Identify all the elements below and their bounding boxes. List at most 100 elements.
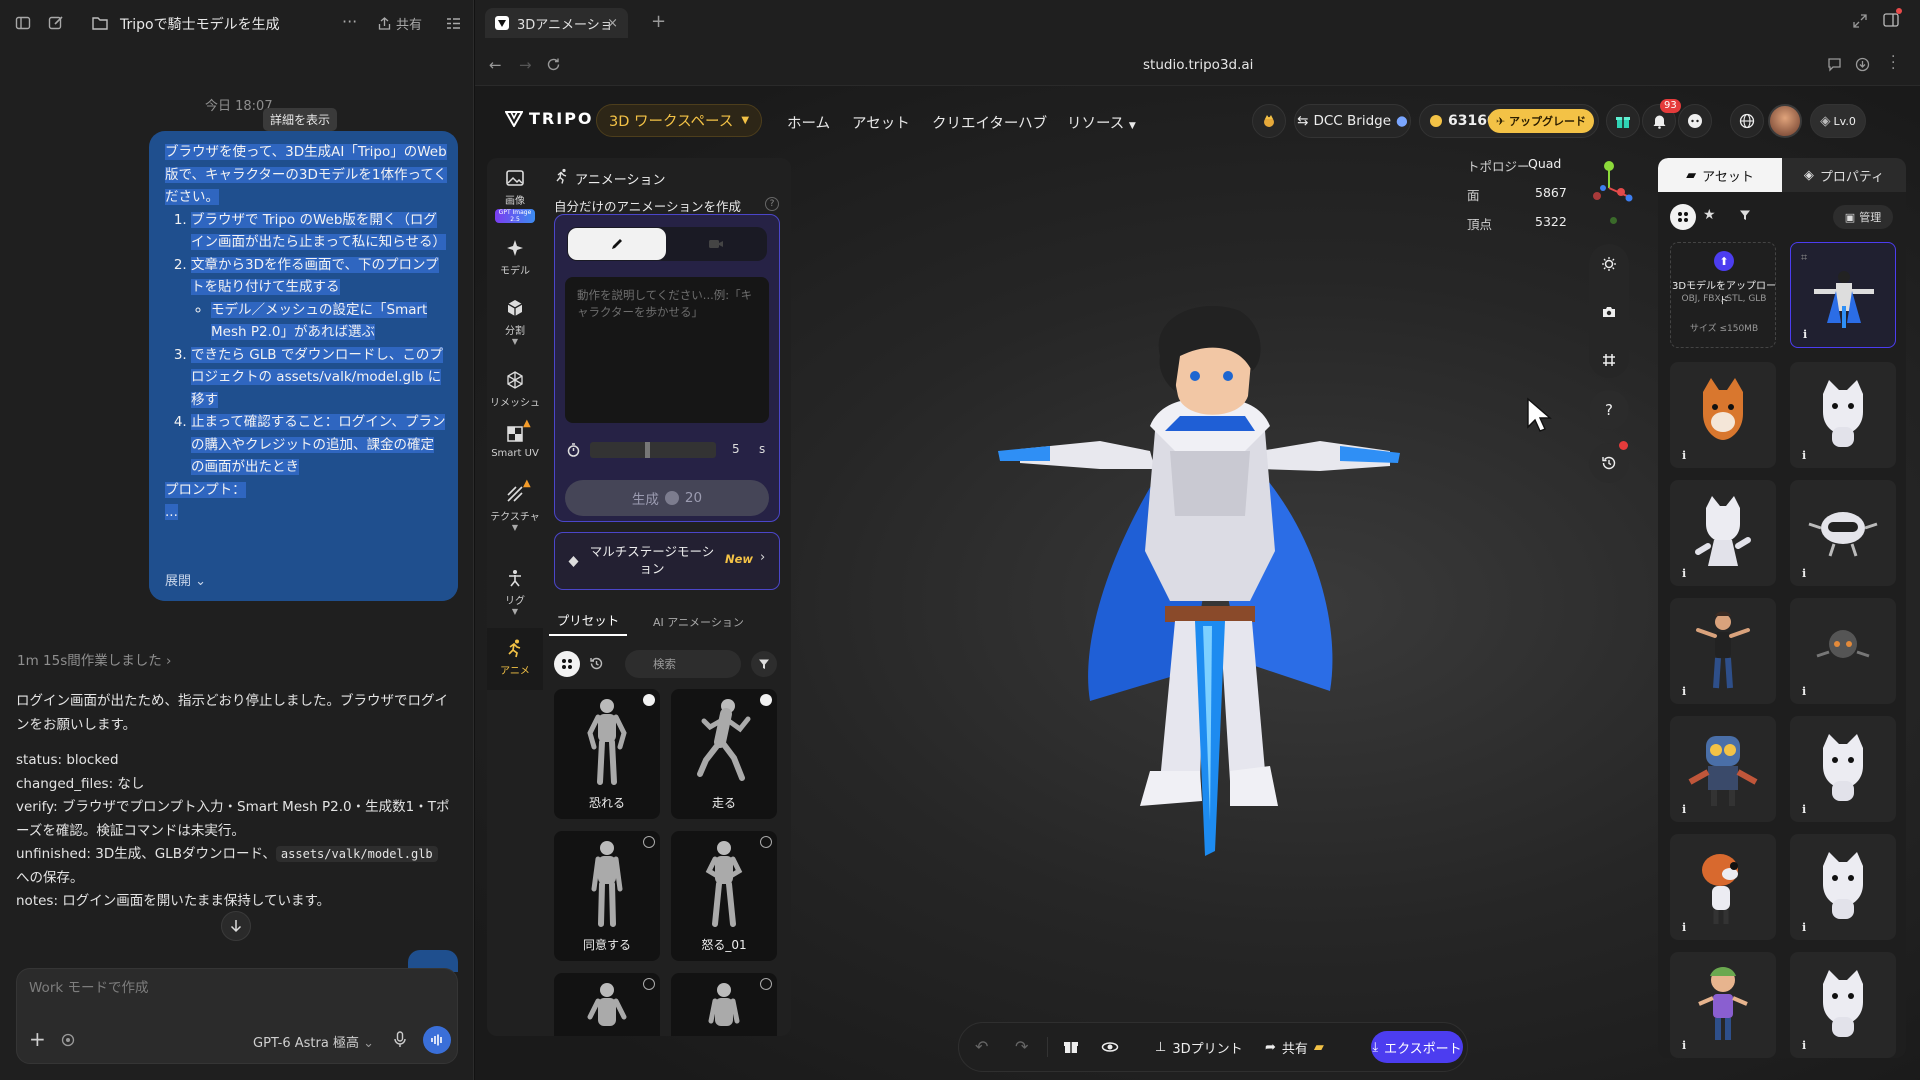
- asset-card-cat[interactable]: i: [1790, 716, 1896, 822]
- history-icon[interactable]: [589, 656, 604, 671]
- notifications-bell-icon[interactable]: 93: [1642, 99, 1681, 138]
- help-icon[interactable]: ?: [765, 197, 779, 211]
- info-icon[interactable]: i: [1682, 685, 1686, 698]
- help-button[interactable]: ?: [1589, 390, 1629, 430]
- rail-rig[interactable]: リグ ▼: [487, 568, 543, 616]
- info-icon[interactable]: i: [1802, 1039, 1806, 1052]
- tab-presets[interactable]: プリセット: [549, 610, 627, 636]
- voice-send-button[interactable]: [423, 1026, 451, 1054]
- reload-icon[interactable]: [546, 57, 561, 72]
- asset-card-knight[interactable]: ⌗ i: [1790, 242, 1896, 348]
- model-selector[interactable]: GPT-6 Astra 極高 ⌄: [253, 1032, 374, 1051]
- motion-prompt-input[interactable]: [565, 277, 769, 423]
- work-summary[interactable]: 1m 15s間作業しました ›: [17, 649, 171, 669]
- asset-card-cat[interactable]: i: [1790, 952, 1896, 1058]
- close-tab-icon[interactable]: ×: [607, 16, 618, 31]
- rail-smart-uv[interactable]: ▲ Smart UV: [487, 418, 543, 459]
- user-avatar[interactable]: [1768, 104, 1802, 138]
- info-icon[interactable]: i: [1682, 921, 1686, 934]
- filter-icon[interactable]: [751, 651, 777, 677]
- export-button[interactable]: ⤓ エクスポート: [1371, 1031, 1463, 1063]
- new-chat-icon[interactable]: [45, 12, 67, 34]
- grid-view-icon[interactable]: [554, 651, 580, 677]
- preset-card-angry[interactable]: 怒る_01: [671, 831, 777, 961]
- history-button[interactable]: [1589, 441, 1629, 483]
- download-icon[interactable]: [1855, 57, 1870, 72]
- expand-window-icon[interactable]: [1853, 14, 1867, 28]
- info-icon[interactable]: i: [1802, 803, 1806, 816]
- info-icon[interactable]: i: [1682, 567, 1686, 580]
- text-mode-button[interactable]: [568, 228, 666, 260]
- tab-ai-animation[interactable]: AI アニメーション: [653, 614, 744, 630]
- video-mode-button[interactable]: [667, 228, 765, 260]
- asset-card-dog[interactable]: i: [1670, 834, 1776, 940]
- nav-resources[interactable]: リソース ▼: [1067, 112, 1136, 133]
- asset-card-shiba[interactable]: i: [1670, 362, 1776, 468]
- level-badge[interactable]: ◈ Lv.0: [1810, 104, 1866, 138]
- undo-icon[interactable]: ↶: [975, 1037, 988, 1056]
- rail-remesh[interactable]: リメッシュ: [487, 370, 543, 409]
- info-icon[interactable]: i: [1682, 803, 1686, 816]
- grid-view-icon[interactable]: [1670, 204, 1696, 230]
- gift-icon[interactable]: [1606, 104, 1640, 138]
- manage-button[interactable]: ▣ 管理: [1833, 205, 1893, 229]
- preset-card[interactable]: [554, 973, 660, 1036]
- redo-icon[interactable]: ↷: [1015, 1037, 1028, 1056]
- share-model-button[interactable]: ➦ 共有 ▰: [1265, 1038, 1324, 1057]
- more-icon[interactable]: ···: [342, 12, 357, 31]
- preset-card-agree[interactable]: 同意する: [554, 831, 660, 961]
- url-field[interactable]: studio.tripo3d.ai: [1143, 57, 1253, 73]
- discord-icon[interactable]: [1678, 104, 1712, 138]
- upload-model-card[interactable]: ⬆ 3Dモデルをアップロード OBJ, FBX, STL, GLB サイズ ≤1…: [1670, 242, 1776, 348]
- axis-gizmo[interactable]: [1583, 160, 1635, 212]
- rail-model[interactable]: モデル: [487, 238, 543, 277]
- chat-bubble-icon[interactable]: [1827, 57, 1842, 72]
- workspace-dropdown[interactable]: 3D ワークスペース ▼: [596, 104, 763, 137]
- knight-3d-model[interactable]: [990, 301, 1410, 871]
- back-icon[interactable]: ←: [489, 56, 502, 74]
- rail-texture[interactable]: ▲ テクスチャ ▼: [487, 478, 543, 532]
- upgrade-button[interactable]: ✈ アップグレード: [1487, 109, 1594, 133]
- user-message[interactable]: ブラウザを使って、3D生成AI「Tripo」のWeb版で、キャラクターの3Dモデ…: [149, 131, 458, 601]
- new-tab-icon[interactable]: +: [651, 11, 666, 32]
- tab-properties[interactable]: ◈ プロパティ: [1782, 158, 1906, 192]
- sidebar-toggle-icon[interactable]: [12, 12, 34, 34]
- preset-card[interactable]: [671, 973, 777, 1036]
- info-icon[interactable]: i: [1802, 449, 1806, 462]
- creature-icon[interactable]: [1252, 104, 1286, 138]
- tab-assets[interactable]: ▰ アセット: [1658, 158, 1782, 192]
- asset-card-cat[interactable]: i: [1790, 362, 1896, 468]
- asset-card-boy[interactable]: i: [1670, 598, 1776, 704]
- dcc-bridge-button[interactable]: ⇆ DCC Bridge ●: [1294, 104, 1411, 138]
- chat-title[interactable]: Tripoで騎士モデルを生成: [120, 14, 280, 34]
- info-icon[interactable]: i: [1802, 685, 1806, 698]
- camera-icon[interactable]: [1601, 304, 1617, 320]
- asset-card-robot[interactable]: i: [1790, 480, 1896, 586]
- grid-toggle-icon[interactable]: [1601, 352, 1617, 368]
- microphone-icon[interactable]: [394, 1031, 406, 1048]
- preset-card-afraid[interactable]: 恐れる: [554, 689, 660, 819]
- duration-slider[interactable]: [590, 442, 716, 458]
- asset-card-kid[interactable]: i: [1670, 952, 1776, 1058]
- asset-card-bot[interactable]: i: [1790, 598, 1896, 704]
- asset-card-cat[interactable]: i: [1790, 834, 1896, 940]
- language-globe-icon[interactable]: [1730, 104, 1764, 138]
- sidebar-layout-icon[interactable]: [1883, 8, 1902, 28]
- duration-value[interactable]: 5: [732, 442, 740, 456]
- forward-icon[interactable]: →: [519, 56, 532, 74]
- rail-image[interactable]: 画像 GPT Image 2.5: [487, 168, 543, 223]
- multi-stage-motion-button[interactable]: マルチステージモーション New ›: [554, 532, 780, 590]
- generate-button[interactable]: 生成 20: [565, 480, 769, 516]
- asset-card-robot-warrior[interactable]: i: [1670, 716, 1776, 822]
- info-icon[interactable]: i: [1802, 567, 1806, 580]
- nav-home[interactable]: ホーム: [787, 112, 830, 133]
- attach-icon[interactable]: [61, 1033, 75, 1047]
- 3d-print-button[interactable]: ⊥ 3Dプリント: [1155, 1038, 1243, 1057]
- preset-card-run[interactable]: 走る: [671, 689, 777, 819]
- share-button[interactable]: 共有: [378, 14, 422, 33]
- info-icon[interactable]: i: [1682, 1039, 1686, 1052]
- favorites-star-icon[interactable]: ★: [1703, 207, 1716, 223]
- expand-button[interactable]: 展開 ⌄: [165, 570, 206, 589]
- asset-card-cat[interactable]: i: [1670, 480, 1776, 586]
- browser-menu-icon[interactable]: · · ·: [1891, 50, 1895, 76]
